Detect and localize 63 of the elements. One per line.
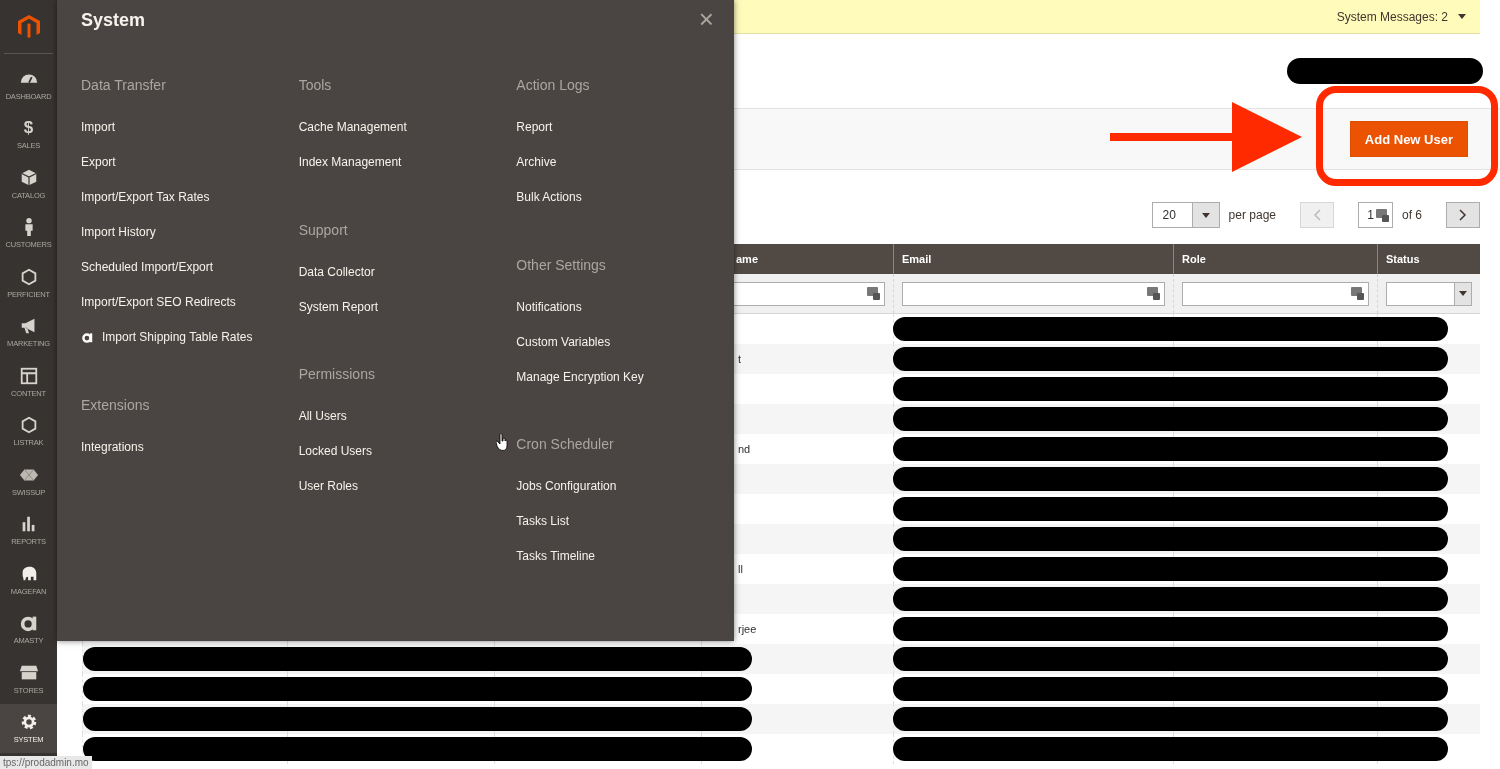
menu-group-heading: Cron Scheduler xyxy=(516,435,615,454)
menu-link[interactable]: Report xyxy=(516,120,553,134)
menu-link[interactable]: Archive xyxy=(516,155,557,169)
menu-link[interactable]: Notifications xyxy=(516,299,582,314)
menu-link[interactable]: Import History xyxy=(81,225,156,239)
menu-link[interactable]: Export xyxy=(81,155,116,169)
keypad-icon xyxy=(867,287,880,300)
menu-link[interactable]: Locked Users xyxy=(298,444,373,458)
menu-link[interactable]: Import/Export Tax Rates xyxy=(81,190,210,204)
chevron-left-icon xyxy=(1313,209,1321,221)
menu-group-heading: Other Settings xyxy=(516,255,607,275)
menu-link[interactable]: Scheduled Import/Export xyxy=(81,260,214,274)
menu-link[interactable]: Import/Export SEO Redirects xyxy=(81,295,236,309)
menu-group-heading: Extensions xyxy=(81,395,151,415)
menu-group-heading: Data Transfer xyxy=(81,76,167,95)
layout-icon xyxy=(18,365,39,386)
keypad-icon xyxy=(1147,287,1160,300)
menu-link[interactable]: Manage Encryption Key xyxy=(516,369,644,384)
dollar-icon: $ xyxy=(23,118,34,139)
menu-link[interactable]: Integrations xyxy=(81,439,144,454)
letter-shape-icon xyxy=(81,330,94,344)
menu-link[interactable]: Jobs Configuration xyxy=(516,479,617,493)
menu-link[interactable]: All Users xyxy=(298,409,347,423)
status-filter-select[interactable] xyxy=(1386,281,1472,306)
keypad-icon xyxy=(1376,208,1389,222)
menu-title: System xyxy=(81,10,146,31)
page-number-field[interactable]: 1 xyxy=(1358,202,1393,228)
menu-link[interactable]: Import Shipping Table Rates xyxy=(102,330,253,344)
menu-link[interactable]: Cache Management xyxy=(298,120,407,134)
menu-group-heading: Permissions xyxy=(298,365,376,384)
page-total: of 6 xyxy=(1402,208,1422,222)
menu-link[interactable]: User Roles xyxy=(298,479,359,493)
table-cell: rjee xyxy=(738,623,757,635)
menu-group-heading: Action Logs xyxy=(516,76,591,95)
caret-icon[interactable] xyxy=(1458,14,1466,19)
menu-link[interactable]: Bulk Actions xyxy=(516,190,582,204)
status-url: tps://prodadmin.mo xyxy=(0,756,92,769)
table-cell: ll xyxy=(738,563,743,575)
menu-link[interactable]: System Report xyxy=(298,299,379,314)
logo-icon[interactable] xyxy=(16,13,41,40)
next-page-button[interactable] xyxy=(1446,202,1480,228)
hand-cursor-icon xyxy=(496,433,508,451)
per-page-label: per page xyxy=(1228,208,1276,222)
system-messages-toggle[interactable]: System Messages: 2 xyxy=(1336,9,1448,24)
menu-link[interactable]: Index Management xyxy=(298,155,402,169)
chevron-right-icon xyxy=(1459,209,1467,221)
keypad-icon xyxy=(1351,287,1364,300)
menu-link[interactable]: Tasks Timeline xyxy=(516,549,596,563)
menu-link[interactable]: Tasks List xyxy=(516,514,570,528)
add-new-user-button[interactable]: Add New User xyxy=(1349,121,1468,157)
filter-field[interactable] xyxy=(1182,281,1369,306)
menu-link[interactable]: Import xyxy=(81,120,115,134)
caret-icon xyxy=(1201,212,1210,218)
menu-group-heading: Support xyxy=(298,220,349,240)
menu-link[interactable]: Custom Variables xyxy=(516,334,611,349)
filter-field[interactable] xyxy=(902,281,1165,306)
close-button[interactable]: × xyxy=(698,4,714,34)
menu-group-heading: Tools xyxy=(298,76,333,95)
table-cell: nd xyxy=(738,443,751,455)
table-cell: t xyxy=(738,353,742,365)
per-page-select[interactable]: 20 xyxy=(1151,202,1220,228)
menu-link[interactable]: Data Collector xyxy=(298,264,375,279)
caret-icon xyxy=(1459,291,1467,296)
